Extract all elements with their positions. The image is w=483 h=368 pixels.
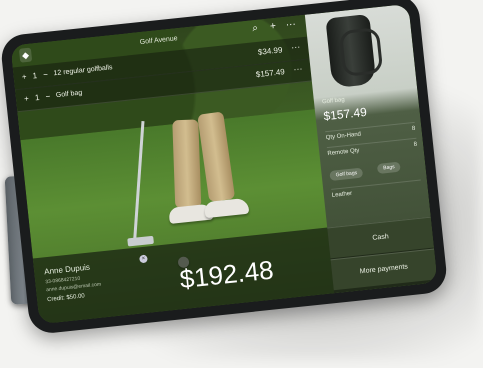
minus-icon[interactable]: − (43, 70, 49, 79)
category-chip-bags[interactable]: Bags (376, 161, 402, 174)
category-chip-golf-bags[interactable]: Golf bags (329, 167, 364, 181)
line-more-icon[interactable]: ··· (291, 41, 301, 52)
add-item-icon[interactable]: + (270, 21, 277, 33)
search-icon[interactable]: ⌕ (252, 23, 259, 35)
line-item-price: $157.49 (255, 67, 286, 80)
more-menu-icon[interactable]: ··· (285, 19, 296, 31)
line-qty: 1 (34, 92, 40, 103)
material-row: Leather (331, 179, 422, 199)
customer-card[interactable]: Anne Dupuis 33-0868427210 anne.dupuis@em… (33, 246, 159, 324)
plus-icon[interactable]: + (24, 94, 30, 103)
status-time: 9:41 (15, 36, 26, 44)
qty-on-hand-label: Qty On-Hand (325, 131, 362, 142)
golf-bag-strap (338, 27, 384, 78)
plus-icon[interactable]: + (21, 72, 27, 81)
line-more-icon[interactable]: ··· (293, 63, 303, 74)
line-qty: 1 (32, 71, 38, 81)
remote-qty-row: Remote Qty 8 (326, 137, 418, 158)
pos-screen: 9:41 ◆ Golf Avenue ⌕ + ··· + 1 − 12 regu… (10, 3, 438, 325)
quantity-stepper[interactable]: + 1 − (21, 70, 48, 82)
remove-customer-icon[interactable]: × (139, 254, 148, 264)
putter-shaft (133, 121, 145, 241)
remote-qty-label: Remote Qty (327, 147, 360, 158)
qty-on-hand-value: 8 (411, 125, 416, 133)
line-item-price: $34.99 (257, 45, 283, 57)
golf-shoe-right (203, 197, 250, 219)
customer-name: Anne Dupuis (43, 262, 91, 277)
ipad-device: 9:41 ◆ Golf Avenue ⌕ + ··· + 1 − 12 regu… (0, 0, 449, 336)
product-name: Golf bag (321, 97, 345, 106)
quantity-stepper[interactable]: + 1 − (24, 92, 51, 104)
remote-qty-value: 8 (413, 141, 418, 149)
minus-icon[interactable]: − (45, 92, 51, 101)
customer-credit: Credit: $50.00 (46, 293, 86, 304)
golfer-leg-right (197, 111, 236, 203)
order-total: $192.48 (178, 254, 275, 295)
line-item-name: Golf bag (55, 89, 83, 100)
golfer-leg-left (172, 119, 202, 209)
material-value: Leather (331, 190, 353, 199)
putter-head (127, 235, 154, 247)
golf-bag-image (325, 14, 384, 89)
product-price: $157.49 (322, 104, 368, 124)
line-item-name: 12 regular golfballs (53, 64, 113, 78)
